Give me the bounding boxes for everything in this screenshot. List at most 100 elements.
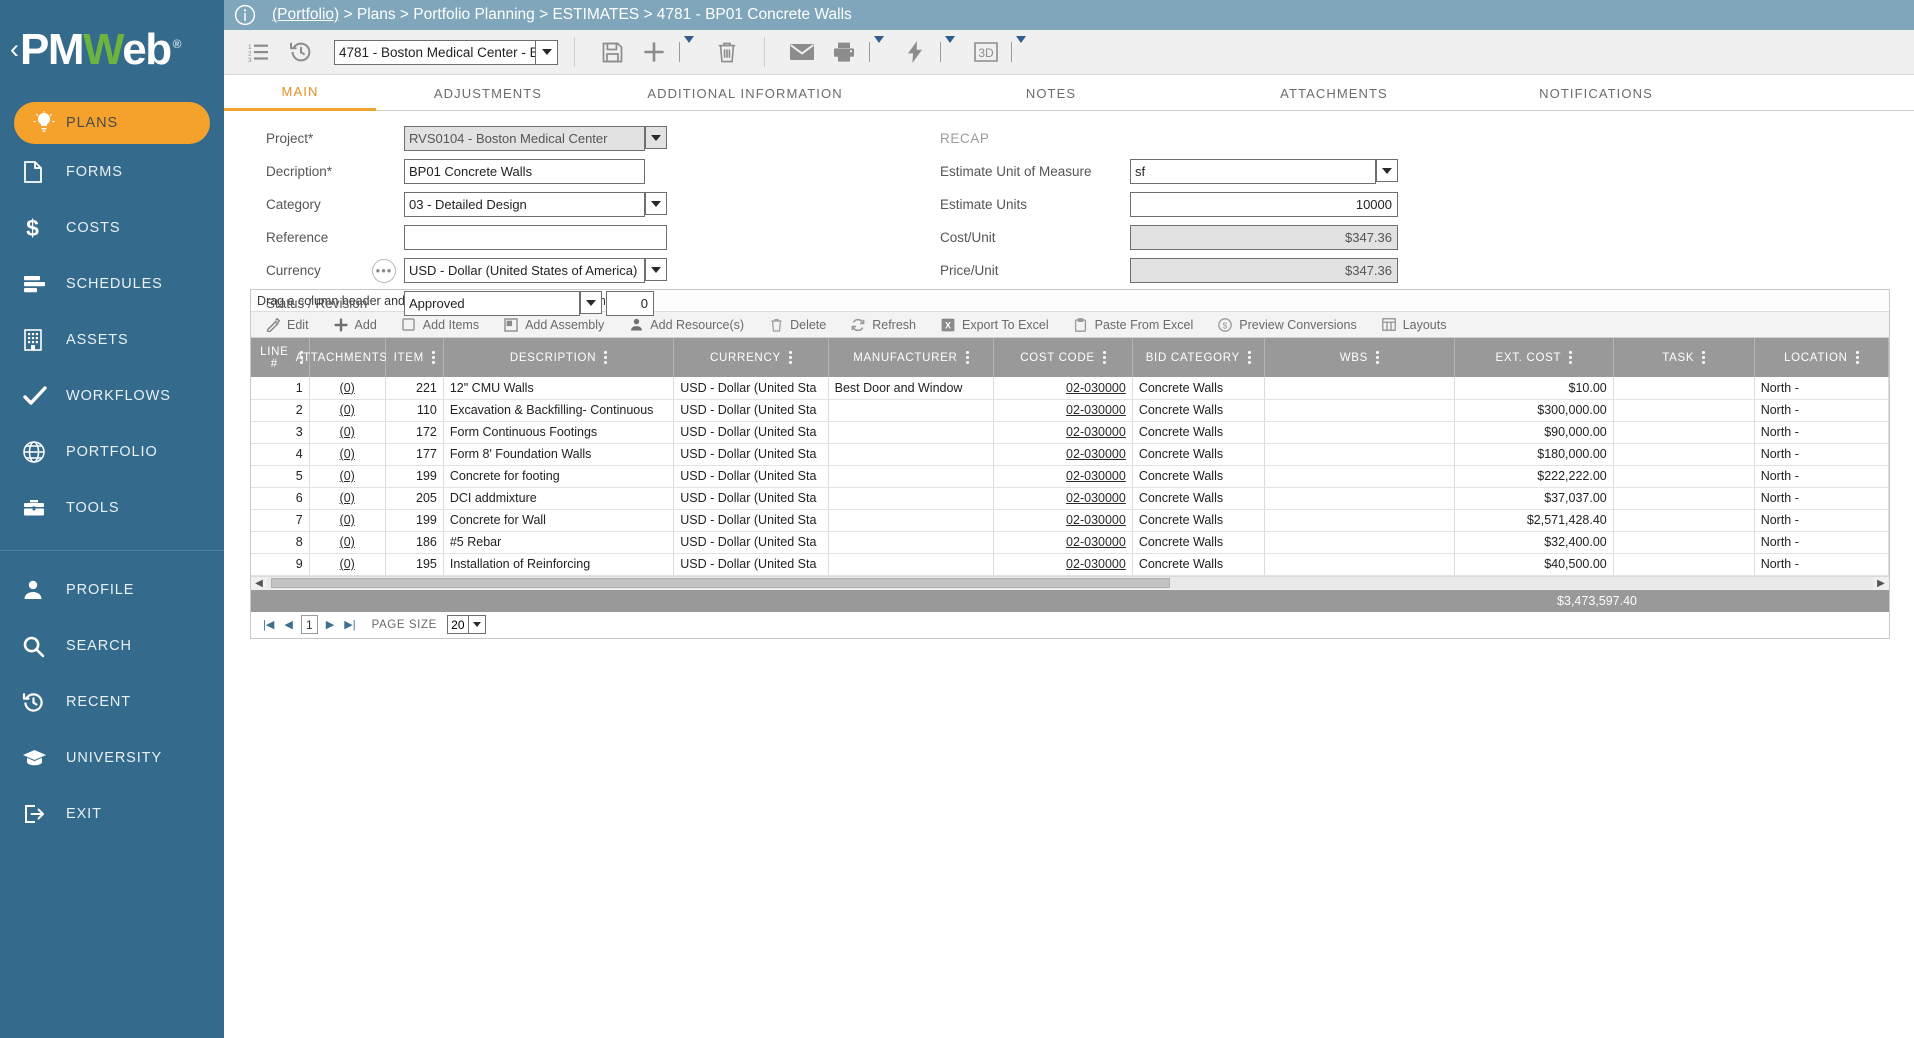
column-header-item[interactable]: ITEM [385, 338, 444, 377]
cell-wbs[interactable] [1264, 377, 1455, 400]
cell-currency[interactable]: USD - Dollar (United Sta [673, 443, 829, 466]
column-header-currency[interactable]: CURRENCY [673, 338, 829, 377]
cell-attachments[interactable]: (0) [309, 377, 386, 400]
cost-code-link[interactable]: 02-030000 [1066, 557, 1126, 571]
cell-ext-cost[interactable]: $90,000.00 [1454, 421, 1614, 444]
cell-cost-code[interactable]: 02-030000 [993, 509, 1133, 532]
currency-input[interactable]: USD - Dollar (United States of America) [404, 258, 645, 283]
cell-location[interactable]: North - [1754, 443, 1890, 466]
scroll-left-icon[interactable]: ◀ [251, 578, 267, 589]
chevron-down-icon[interactable] [945, 36, 955, 61]
column-header-ext-cost[interactable]: EXT. COST [1454, 338, 1614, 377]
cell-ext-cost[interactable]: $32,400.00 [1454, 531, 1614, 554]
cell-wbs[interactable] [1264, 465, 1455, 488]
cell-location[interactable]: North - [1754, 487, 1890, 510]
plus-icon[interactable] [633, 32, 675, 72]
sidebar-item-portfolio[interactable]: PORTFOLIO [0, 424, 224, 480]
cell-manufacturer[interactable] [828, 509, 995, 532]
column-menu-icon[interactable] [431, 351, 435, 364]
lightning-icon[interactable] [894, 32, 936, 72]
cell-wbs[interactable] [1264, 421, 1455, 444]
status-dropdown-chevron-down-icon[interactable] [580, 291, 602, 314]
cell-ext-cost[interactable]: $40,500.00 [1454, 553, 1614, 576]
grid-layouts-button[interactable]: Layouts [1381, 317, 1446, 333]
page-size-chevron-down-icon[interactable] [468, 615, 486, 634]
column-header-cost-code[interactable]: COST CODE [993, 338, 1133, 377]
cell-description[interactable]: Form 8' Foundation Walls [443, 443, 675, 466]
column-header-bid-category[interactable]: BID CATEGORY [1132, 338, 1265, 377]
sidebar-item-assets[interactable]: ASSETS [0, 312, 224, 368]
scrollbar-thumb[interactable] [271, 578, 1171, 588]
cell-attachments[interactable]: (0) [309, 421, 386, 444]
cell-manufacturer[interactable] [828, 399, 995, 422]
cell-line[interactable]: 6 [251, 487, 310, 510]
chevron-down-icon[interactable] [535, 40, 557, 64]
save-button[interactable] [591, 32, 633, 72]
column-menu-icon[interactable] [1102, 351, 1106, 364]
sidebar-item-exit[interactable]: EXIT [0, 786, 224, 842]
cell-line[interactable]: 5 [251, 465, 310, 488]
tab-adjustments[interactable]: ADJUSTMENTS [376, 75, 600, 111]
cell-attachments[interactable]: (0) [309, 509, 386, 532]
cell-item[interactable]: 177 [385, 443, 444, 466]
column-menu-icon[interactable] [604, 351, 608, 364]
cell-wbs[interactable] [1264, 443, 1455, 466]
sidebar-item-schedules[interactable]: SCHEDULES [0, 256, 224, 312]
cell-bid-category[interactable]: Concrete Walls [1132, 553, 1265, 576]
cost-code-link[interactable]: 02-030000 [1066, 425, 1126, 439]
column-menu-icon[interactable] [1855, 351, 1859, 364]
prev-page-icon[interactable]: ◀ [282, 618, 294, 631]
printer-icon[interactable] [823, 32, 865, 72]
column-menu-icon[interactable] [788, 351, 792, 364]
attachment-link[interactable]: (0) [340, 513, 355, 527]
cell-manufacturer[interactable] [828, 487, 995, 510]
page-size-selector[interactable]: 20 [446, 615, 486, 634]
bim-button[interactable]: 3D [965, 32, 1026, 72]
next-page-icon[interactable]: ▶ [324, 618, 336, 631]
sidebar-item-university[interactable]: UNIVERSITY [0, 730, 224, 786]
cost-code-link[interactable]: 02-030000 [1066, 447, 1126, 461]
chevron-down-icon[interactable] [1016, 36, 1026, 61]
cell-line[interactable]: 3 [251, 421, 310, 444]
cell-currency[interactable]: USD - Dollar (United Sta [673, 553, 829, 576]
cell-bid-category[interactable]: Concrete Walls [1132, 487, 1265, 510]
column-header-task[interactable]: TASK [1613, 338, 1755, 377]
table-row[interactable]: 8 (0) 186 #5 Rebar USD - Dollar (United Sta 0… [251, 531, 1890, 554]
grid-delete-button[interactable]: Delete [768, 317, 826, 333]
breadcrumb-root-link[interactable]: (Portfolio) [272, 6, 339, 23]
cell-manufacturer[interactable]: Best Door and Window [828, 377, 995, 400]
cell-currency[interactable]: USD - Dollar (United Sta [673, 421, 829, 444]
workflow-button[interactable] [894, 32, 955, 72]
cell-description[interactable]: Installation of Reinforcing [443, 553, 675, 576]
cell-ext-cost[interactable]: $222,222.00 [1454, 465, 1614, 488]
grid-paste-excel-button[interactable]: Paste From Excel [1073, 317, 1193, 333]
tab-additional-information[interactable]: ADDITIONAL INFORMATION [600, 75, 890, 111]
cell-location[interactable]: North - [1754, 509, 1890, 532]
cost-code-link[interactable]: 02-030000 [1066, 513, 1126, 527]
uom-dropdown-chevron-down-icon[interactable] [1376, 159, 1398, 182]
estimate-units-input[interactable]: 10000 [1130, 192, 1398, 217]
cell-item[interactable]: 195 [385, 553, 444, 576]
cell-cost-code[interactable]: 02-030000 [993, 421, 1133, 444]
cell-attachments[interactable]: (0) [309, 553, 386, 576]
reference-input[interactable] [404, 225, 667, 250]
cell-description[interactable]: Form Continuous Footings [443, 421, 675, 444]
cell-description[interactable]: 12" CMU Walls [443, 377, 675, 400]
cell-currency[interactable]: USD - Dollar (United Sta [673, 531, 829, 554]
scroll-right-icon[interactable]: ▶ [1873, 578, 1889, 589]
cell-attachments[interactable]: (0) [309, 487, 386, 510]
cell-cost-code[interactable]: 02-030000 [993, 443, 1133, 466]
table-row[interactable]: 3 (0) 172 Form Continuous Footings USD - Dol… [251, 421, 1890, 444]
sidebar-item-recent[interactable]: RECENT [0, 674, 224, 730]
cell-location[interactable]: North - [1754, 531, 1890, 554]
tab-notifications[interactable]: NOTIFICATIONS [1456, 75, 1736, 111]
attachment-link[interactable]: (0) [340, 447, 355, 461]
table-row[interactable]: 4 (0) 177 Form 8' Foundation Walls USD - Dol… [251, 443, 1890, 466]
cell-bid-category[interactable]: Concrete Walls [1132, 377, 1265, 400]
cell-wbs[interactable] [1264, 399, 1455, 422]
cell-cost-code[interactable]: 02-030000 [993, 399, 1133, 422]
cell-wbs[interactable] [1264, 487, 1455, 510]
grid-preview-conversions-button[interactable]: $ Preview Conversions [1217, 317, 1357, 333]
estimate-uom-input[interactable]: sf [1130, 159, 1376, 184]
cell-task[interactable] [1613, 531, 1755, 554]
